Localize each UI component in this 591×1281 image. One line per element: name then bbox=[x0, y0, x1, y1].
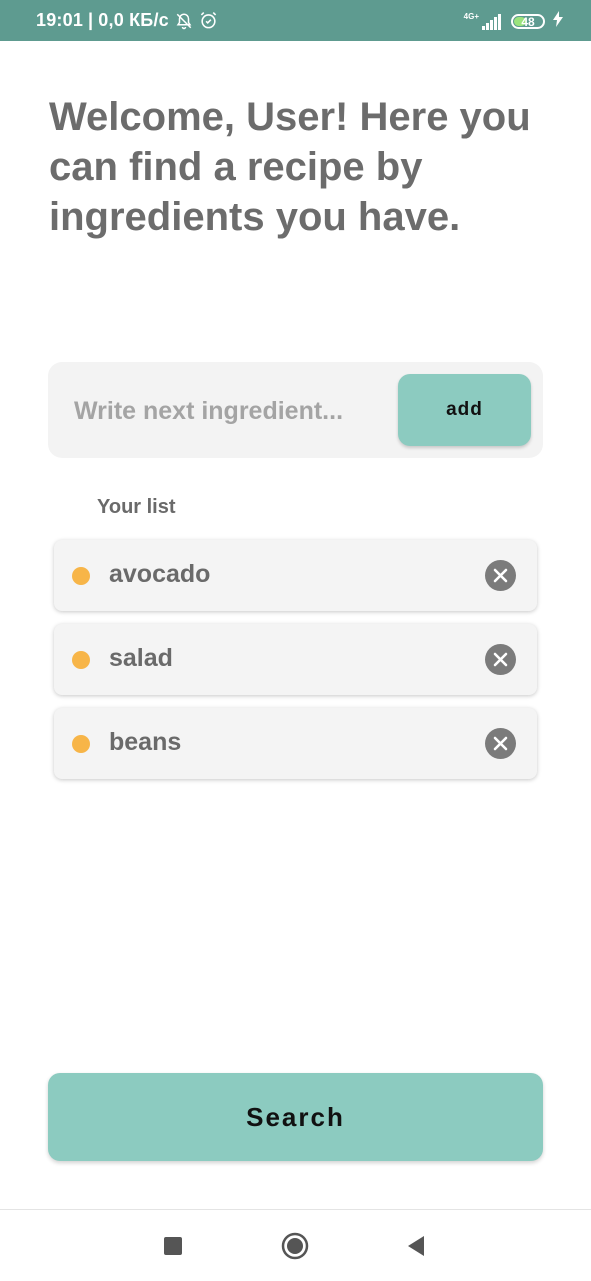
back-triangle-icon[interactable] bbox=[400, 1230, 432, 1262]
ingredient-name: beans bbox=[109, 728, 182, 756]
bell-off-icon bbox=[175, 12, 193, 30]
status-right: 4G+ 48 bbox=[464, 11, 563, 32]
list-item: beans bbox=[54, 708, 537, 779]
list-item: salad bbox=[54, 624, 537, 695]
status-left: 19:01 | 0,0 КБ/с bbox=[36, 10, 218, 31]
remove-icon[interactable] bbox=[485, 728, 516, 759]
list-label: Your list bbox=[97, 496, 176, 518]
home-circle-icon[interactable] bbox=[279, 1230, 311, 1262]
remove-icon[interactable] bbox=[485, 644, 516, 675]
bullet-dot bbox=[72, 735, 90, 753]
bullet-dot bbox=[72, 567, 90, 585]
ingredient-list: avocado salad beans bbox=[54, 540, 537, 792]
status-separator: | bbox=[88, 10, 94, 30]
ingredient-name: salad bbox=[109, 644, 173, 672]
alarm-icon bbox=[199, 11, 218, 30]
status-bar: 19:01 | 0,0 КБ/с 4G+ 48 bbox=[0, 0, 591, 41]
network-type: 4G+ bbox=[463, 11, 479, 21]
add-button[interactable]: add bbox=[398, 374, 531, 446]
status-time: 19:01 bbox=[36, 10, 84, 30]
ingredient-entry: add bbox=[48, 362, 543, 458]
search-button[interactable]: Search bbox=[48, 1073, 543, 1161]
nav-bar bbox=[0, 1209, 591, 1281]
recents-square-icon[interactable] bbox=[157, 1230, 189, 1262]
battery-icon: 48 bbox=[511, 14, 545, 29]
page-title: Welcome, User! Here you can find a recip… bbox=[49, 95, 531, 239]
list-item: avocado bbox=[54, 540, 537, 611]
ingredient-name: avocado bbox=[109, 560, 211, 588]
remove-icon[interactable] bbox=[485, 560, 516, 591]
status-data-rate: 0,0 КБ/с bbox=[98, 10, 169, 30]
ingredient-input[interactable] bbox=[72, 388, 386, 434]
charging-icon bbox=[553, 11, 563, 32]
battery-level: 48 bbox=[521, 14, 535, 29]
signal-icon bbox=[481, 13, 501, 30]
bullet-dot bbox=[72, 651, 90, 669]
